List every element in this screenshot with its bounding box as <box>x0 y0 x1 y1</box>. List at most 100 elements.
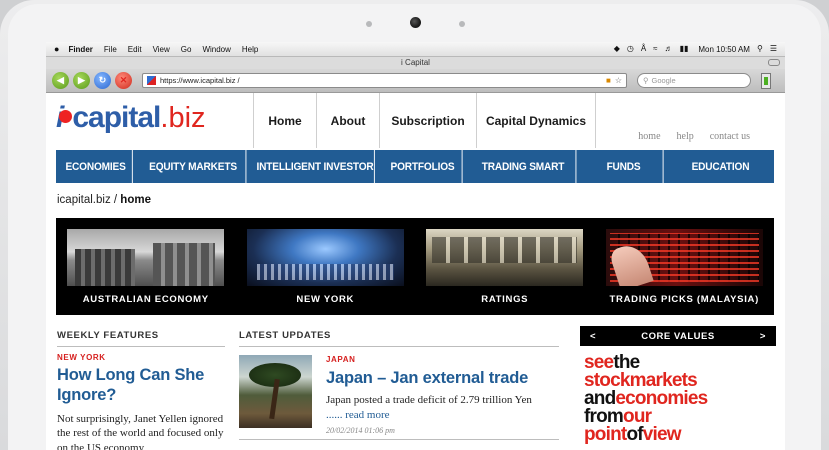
breadcrumb: icapital.biz / home <box>57 194 151 206</box>
logo-capital: capital <box>72 101 161 134</box>
cat-portfolios[interactable]: PORTFOLIOS <box>383 150 463 183</box>
article-kicker[interactable]: NEW YORK <box>57 353 227 362</box>
sensor-dot <box>459 21 465 27</box>
dropbox-icon[interactable]: ◆ <box>614 45 620 53</box>
wifi-icon[interactable]: ≈ <box>653 45 657 53</box>
camera-icon <box>410 17 421 28</box>
breadcrumb-separator: / <box>110 194 121 206</box>
reload-button[interactable]: ↻ <box>94 72 111 89</box>
search-box[interactable]: ⚲ Google <box>637 73 751 88</box>
menubar: ● Finder File Edit View Go Window Help ◆… <box>46 42 785 57</box>
volume-icon[interactable]: ♬ <box>665 45 673 53</box>
article-excerpt-text: Japan posted a trade deficit of 2.79 tri… <box>326 394 532 406</box>
address-bar-url[interactable]: https://www.icapital.biz / <box>160 76 240 85</box>
cat-economies[interactable]: ECONOMIES <box>59 150 133 183</box>
article-excerpt: Not surprisingly, Janet Yellen ignored t… <box>57 412 224 450</box>
article-kicker[interactable]: JAPAN <box>326 355 559 364</box>
util-home-link[interactable]: home <box>638 131 660 142</box>
article-thumbnail[interactable] <box>239 355 312 428</box>
article-date: 20/02/2014 01:06 pm <box>326 425 395 435</box>
menubar-clock[interactable]: Mon 10:50 AM <box>698 45 750 54</box>
feature-caption[interactable]: TRADING PICKS (MALAYSIA) <box>606 294 764 305</box>
menu-file[interactable]: File <box>104 45 117 54</box>
article-headline[interactable]: How Long Can She Ignore? <box>57 366 227 406</box>
sensor-dot <box>366 21 372 27</box>
search-icon: ⚲ <box>643 76 649 85</box>
cat-funds[interactable]: FUNDS <box>584 150 664 183</box>
cat-equity-markets[interactable]: EQUITY MARKETS <box>141 150 247 183</box>
screen: ● Finder File Edit View Go Window Help ◆… <box>46 42 785 450</box>
cv-word: point <box>584 424 627 445</box>
weekly-features-heading: WEEKLY FEATURES <box>57 330 225 347</box>
category-nav: ECONOMIES EQUITY MARKETS INTELLIGENT INV… <box>56 148 774 183</box>
feature-tile-ratings[interactable]: RATINGS <box>415 218 595 315</box>
menu-view[interactable]: View <box>153 45 170 54</box>
breadcrumb-root[interactable]: icapital.biz <box>57 194 111 206</box>
top-nav: Home About Subscription Capital Dynamics <box>253 93 596 148</box>
time-machine-icon[interactable]: ◷ <box>627 45 634 53</box>
feature-image[interactable] <box>605 229 763 286</box>
favicon-icon <box>147 76 156 85</box>
feature-tile-trading-picks[interactable]: TRADING PICKS (MALAYSIA) <box>595 218 775 315</box>
browser-toolbar: ◀ ▶ ↻ ✕ https://www.icapital.biz / ■ ☆ ⚲… <box>46 69 785 93</box>
cv-word: of <box>626 424 643 445</box>
cv-line: pointofview <box>584 424 707 445</box>
back-button[interactable]: ◀ <box>52 72 69 89</box>
bluetooth-icon[interactable]: Å <box>641 45 646 53</box>
bookmark-star-icon[interactable]: ☆ <box>615 76 622 85</box>
lock-icon[interactable]: ■ <box>606 76 611 85</box>
browser-titlebar: i Capital <box>46 57 785 69</box>
menu-help[interactable]: Help <box>242 45 258 54</box>
core-values-text: seethe stockmarkets andeconomies fromour… <box>584 353 708 445</box>
article-headline[interactable]: Japan – Jan external trade <box>326 369 559 388</box>
cat-trading-smart[interactable]: TRADING SMART <box>471 150 577 183</box>
address-bar[interactable]: https://www.icapital.biz / ■ ☆ <box>142 73 627 88</box>
feature-image[interactable] <box>67 229 224 286</box>
carousel-prev-button[interactable]: < <box>590 331 596 342</box>
toolbar-toggle-button[interactable] <box>768 59 780 66</box>
extension-icon[interactable] <box>761 72 771 89</box>
read-more-link[interactable]: ...... read more <box>326 409 390 421</box>
menu-window[interactable]: Window <box>202 45 230 54</box>
list-icon[interactable]: ☰ <box>770 45 777 53</box>
logo-dot-icon <box>59 110 73 123</box>
spotlight-icon[interactable]: ⚲ <box>757 45 763 53</box>
menu-go[interactable]: Go <box>181 45 192 54</box>
feature-tile-new-york[interactable]: NEW YORK <box>236 218 416 315</box>
cat-education[interactable]: EDUCATION <box>671 150 769 183</box>
menu-edit[interactable]: Edit <box>128 45 142 54</box>
feature-image[interactable] <box>426 229 583 286</box>
core-values-header: < CORE VALUES > <box>580 326 776 346</box>
core-values-banner[interactable]: seethe stockmarkets andeconomies fromour… <box>580 346 776 450</box>
core-values-title: CORE VALUES <box>641 330 715 342</box>
divider <box>239 439 559 440</box>
util-help-link[interactable]: help <box>677 131 694 142</box>
feature-strip: AUSTRALIAN ECONOMY NEW YORK RATINGS TRAD… <box>56 218 774 315</box>
feature-image[interactable] <box>246 229 404 286</box>
feature-tile-australian-economy[interactable]: AUSTRALIAN ECONOMY <box>56 218 236 315</box>
feature-caption[interactable]: NEW YORK <box>247 294 405 305</box>
article-text: JAPAN Japan – Jan external trade Japan p… <box>326 355 559 435</box>
util-contact-link[interactable]: contact us <box>710 131 750 142</box>
cat-intelligent-investor[interactable]: INTELLIGENT INVESTOR <box>256 150 375 183</box>
nav-subscription[interactable]: Subscription <box>379 93 476 148</box>
battery-icon[interactable]: ▮▮ <box>680 45 689 53</box>
feature-caption[interactable]: RATINGS <box>426 294 584 305</box>
utility-links: home help contact us <box>638 131 750 142</box>
nav-home[interactable]: Home <box>253 93 316 148</box>
search-input[interactable]: Google <box>652 76 676 85</box>
forward-button[interactable]: ▶ <box>73 72 90 89</box>
menu-finder[interactable]: Finder <box>68 45 92 54</box>
stop-button[interactable]: ✕ <box>115 72 132 89</box>
article-excerpt: Japan posted a trade deficit of 2.79 tri… <box>326 393 559 423</box>
carousel-next-button[interactable]: > <box>760 331 766 342</box>
site-logo[interactable]: icapital.biz <box>56 103 206 133</box>
core-values-widget: < CORE VALUES > seethe stockmarkets ande… <box>580 326 776 450</box>
nav-capital-dynamics[interactable]: Capital Dynamics <box>476 93 596 148</box>
nav-about[interactable]: About <box>316 93 379 148</box>
breadcrumb-current: home <box>120 194 151 206</box>
latest-updates-heading: LATEST UPDATES <box>239 330 559 347</box>
cv-word: view <box>642 424 682 445</box>
feature-caption[interactable]: AUSTRALIAN ECONOMY <box>67 294 225 305</box>
apple-icon[interactable]: ● <box>54 44 59 54</box>
